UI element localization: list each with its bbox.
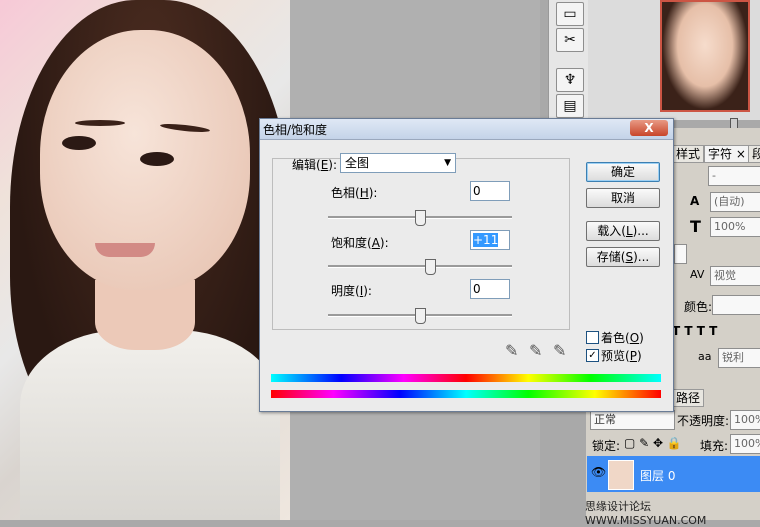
chevron-down-icon: ▼ (444, 158, 451, 168)
antialias-field[interactable]: 锐利 (718, 348, 760, 368)
cancel-button[interactable]: 取消 (586, 188, 660, 208)
photo-left-eye (62, 136, 96, 150)
color-label: 颜色: (684, 300, 713, 314)
text-color-swatch[interactable] (712, 295, 760, 315)
tab-paths[interactable]: 路径 (672, 389, 705, 407)
lock-icons[interactable]: ▢ ✎ ✥ 🔒 (624, 436, 682, 450)
navigator-thumbnail[interactable] (660, 0, 750, 112)
preview-label[interactable]: 预览(P) (601, 347, 642, 364)
hue-input[interactable]: 0 (470, 181, 510, 201)
colorize-label[interactable]: 着色(O) (601, 329, 644, 346)
brush-icon[interactable]: ♆ (556, 68, 584, 92)
colorize-checkbox[interactable] (586, 331, 599, 344)
layer-comps-icon[interactable]: ▭ (556, 2, 584, 26)
watermark-text: 思缘设计论坛 WWW.MISSYUAN.COM (585, 500, 707, 527)
tab-paragraph[interactable]: 段 (748, 145, 760, 163)
close-icon[interactable]: × (736, 147, 746, 161)
opacity-label: 不透明度: (677, 414, 730, 428)
close-button[interactable]: X (630, 120, 668, 136)
text-style-buttons[interactable]: T T T T (672, 324, 717, 338)
hue-slider-thumb[interactable] (415, 210, 426, 226)
saturation-slider-thumb[interactable] (425, 259, 437, 275)
dialog-titlebar[interactable]: 色相/饱和度 X (260, 119, 673, 140)
load-button[interactable]: 载入(L)... (586, 221, 660, 241)
tab-styles[interactable]: 样式 (672, 145, 705, 163)
leading-field[interactable]: (自动) (710, 192, 760, 212)
scale-field[interactable]: 100% (710, 217, 760, 237)
photo-neck (95, 280, 195, 350)
font-size-field[interactable]: - (708, 166, 760, 186)
eye-icon[interactable]: 👁 (591, 465, 606, 479)
layer-thumbnail (608, 460, 634, 490)
save-button[interactable]: 存储(S)... (586, 247, 660, 267)
fill-label: 填充: (700, 439, 729, 453)
clone-source-icon[interactable]: ▤ (556, 94, 584, 118)
kerning-icon: AV (690, 268, 705, 281)
edit-channel-select[interactable]: 全图 ▼ (340, 153, 456, 173)
photo-canvas (0, 0, 290, 520)
hue-saturation-dialog: 色相/饱和度 X 编辑(E): 全图 ▼ 色相(H): 0 饱和度(A): +11… (259, 118, 674, 412)
saturation-label: 饱和度(A): (331, 236, 389, 250)
tools-icon[interactable]: ✂ (556, 28, 584, 52)
layer-name[interactable]: 图层 0 (640, 467, 675, 484)
preview-checkbox[interactable]: ✓ (586, 349, 599, 362)
lightness-slider-thumb[interactable] (415, 308, 426, 324)
fill-field[interactable]: 100% (730, 434, 760, 454)
tracking-field[interactable] (674, 244, 687, 264)
lock-label: 锁定: (592, 439, 621, 453)
hue-label: 色相(H): (331, 186, 378, 200)
edit-label: 编辑(E): (292, 158, 338, 172)
adjustment-group (272, 158, 570, 330)
input-color-bar (271, 374, 661, 382)
saturation-slider[interactable] (328, 265, 512, 268)
output-color-bar (271, 390, 661, 398)
lightness-label: 明度(I): (331, 284, 372, 298)
lightness-input[interactable]: 0 (470, 279, 510, 299)
antialias-icon: aa (698, 350, 712, 363)
tab-character[interactable]: 字符 × (704, 145, 750, 163)
saturation-input[interactable]: +11 (470, 230, 510, 250)
ok-button[interactable]: 确定 (586, 162, 660, 182)
opacity-field[interactable]: 100% (730, 410, 760, 430)
photo-right-eye (140, 152, 174, 166)
horizontal-scale-icon: T (690, 217, 701, 236)
eyedropper-icon[interactable]: ✎ (505, 341, 518, 360)
eyedropper-minus-icon[interactable]: ✎ (553, 341, 566, 360)
dialog-title: 色相/饱和度 (263, 123, 328, 137)
eyedropper-plus-icon[interactable]: ✎ (529, 341, 542, 360)
leading-icon: A (690, 194, 700, 208)
kerning-field[interactable]: 视觉 (710, 266, 760, 286)
photo-collar (20, 330, 280, 520)
blend-mode-select[interactable]: 正常 (590, 410, 675, 430)
photo-left-brow (75, 120, 125, 126)
photo-mouth (95, 243, 155, 257)
